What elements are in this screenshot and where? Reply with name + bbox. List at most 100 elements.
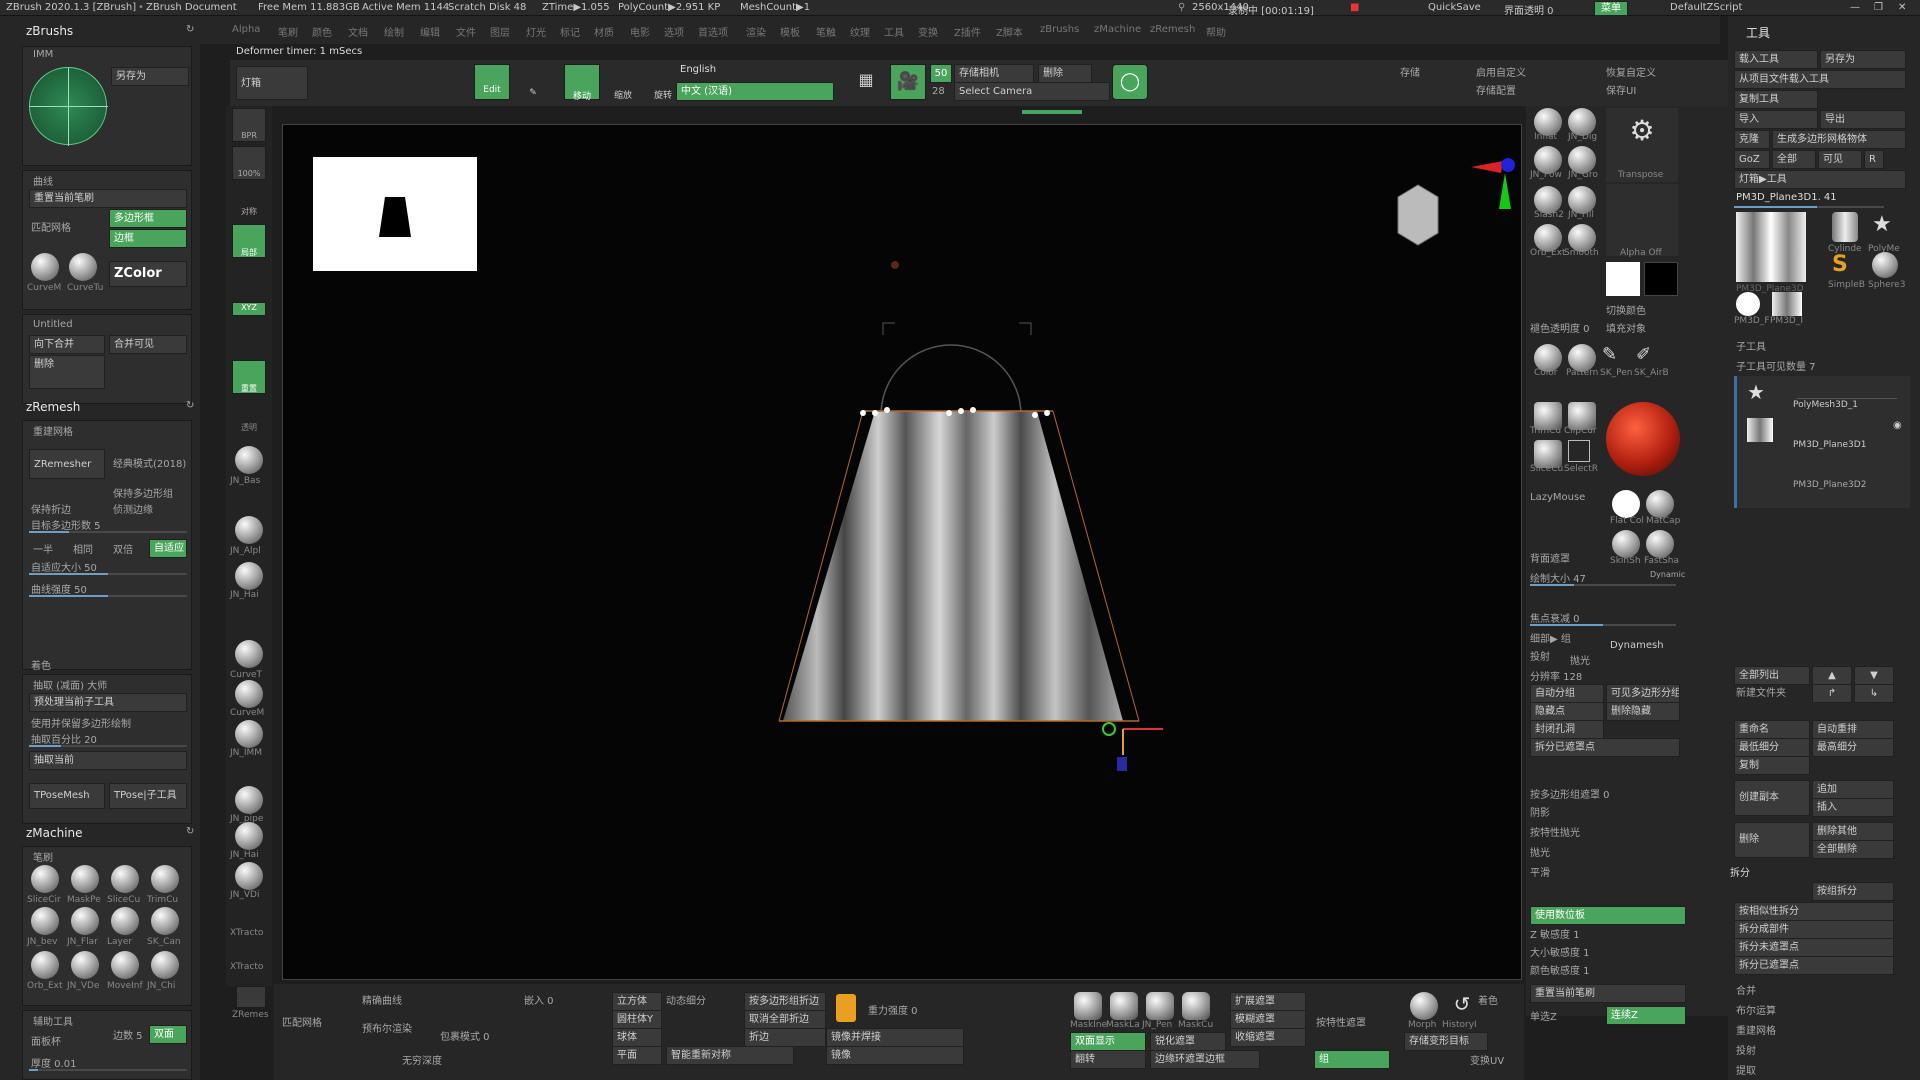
single-z-toggle[interactable]: 单选Z [1530,1008,1557,1023]
auto-reorder-button[interactable]: 自动重排 [1812,720,1894,739]
detect-edges[interactable]: 侦测边缘 [113,501,153,516]
polymesh-star-icon[interactable]: ★ [1872,212,1902,242]
ui-transparency[interactable]: 界面透明 0 [1504,2,1554,17]
enable-custom[interactable]: 启用自定义 [1476,64,1526,79]
fov-value[interactable]: 50 [930,64,952,83]
use-tablet-button[interactable]: 使用数位板 [1530,906,1686,925]
menu-zremesh[interactable]: zRemesh [1150,24,1195,35]
delete-camera-button[interactable]: 删除 [1038,64,1092,83]
auto-group-button[interactable]: 自动分组 [1530,684,1604,703]
store-config-button[interactable]: 存储配置 [1476,82,1516,97]
move-down-icon[interactable]: ▼ [1854,666,1894,685]
dynamesh-button[interactable]: Dynamesh [1610,640,1664,651]
menu-tool[interactable]: 工具 [884,24,904,39]
split-similar-button[interactable]: 按相似性拆分 [1734,902,1894,921]
make-polymesh-button[interactable]: 生成多边形网格物体 [1772,130,1906,149]
merge-section[interactable]: 合并 [1736,982,1756,997]
new-folder-button[interactable]: 新建文件夹 [1736,684,1786,699]
menu-document[interactable]: 文档 [348,24,368,39]
maskpen-icon[interactable] [71,865,99,893]
poly-frame-button[interactable]: 多边形框 [109,209,187,228]
menu-transform[interactable]: 变换 [918,24,938,39]
jn-imm-icon[interactable] [235,720,263,748]
pre-bool-render[interactable]: 预布尔渲染 [362,1020,412,1035]
jn-vdi-icon[interactable] [235,862,263,890]
mask-by-feature[interactable]: 按特性遮罩 [1316,1014,1366,1029]
plane3d-thumbnail[interactable] [1736,212,1806,282]
eye-icon[interactable]: ◉ [1893,420,1902,431]
adaptive-size-slider[interactable]: 自适应大小 50 [31,559,97,574]
load-tool-button[interactable]: 载入工具 [1734,50,1818,69]
all-button[interactable]: 全部 [1772,150,1816,169]
edit-button[interactable]: Edit [474,64,510,100]
list-all-button[interactable]: 全部列出 [1734,666,1810,685]
menu-texture[interactable]: 纹理 [850,24,870,39]
curve-m-shelf-icon[interactable] [235,680,263,708]
shrink-mask-button[interactable]: 收缩遮罩 [1230,1028,1306,1047]
jn-chi-icon[interactable] [151,951,179,979]
subtool-visible-count[interactable]: 子工具可见数量 7 [1736,358,1816,373]
menu-movie[interactable]: 电影 [630,24,650,39]
menu-material[interactable]: 材质 [594,24,614,39]
detail-group[interactable]: 细部▶ 组 [1530,630,1571,645]
border-mask-button[interactable]: 边缘环遮罩边框 [1150,1050,1260,1069]
rename-button[interactable]: 重命名 [1734,720,1810,739]
slicecir-icon[interactable] [31,865,59,893]
delete-hidden-button[interactable]: 删除隐藏 [1606,702,1680,721]
flat-color-icon[interactable] [1612,490,1640,518]
curve-m-icon[interactable] [31,253,59,281]
preprocess-button[interactable]: 预处理当前子工具 [29,693,187,712]
menu-light[interactable]: 灯光 [526,24,546,39]
extract-percent-slider[interactable]: 抽取百分比 20 [31,731,97,746]
split-unmasked-button[interactable]: 拆分未遮罩点 [1734,938,1894,957]
close-icon[interactable]: ✕ [1898,2,1906,13]
jn-pipe-icon[interactable] [235,786,263,814]
zremesh-color[interactable]: 着色 [31,657,51,672]
export-button[interactable]: 导出 [1820,110,1906,129]
sharpen-mask-button[interactable]: 锐化遮罩 [1150,1032,1226,1051]
menu-brush[interactable]: 笔刷 [278,24,298,39]
polish-toggle[interactable]: 抛光 [1570,652,1590,667]
xyz-group-button[interactable]: 组 [1314,1050,1390,1069]
language-select[interactable]: 中文 (汉语) [676,82,834,101]
focal-shift-slider[interactable]: 焦点衰减 0 [1530,610,1580,625]
local-button[interactable]: 局部 [232,224,266,258]
fill-object[interactable]: 填充对象 [1606,320,1646,335]
resolution-slider[interactable]: 分辨率 128 [1530,668,1582,683]
project-toggle[interactable]: 投射 [1530,648,1550,663]
fast-shade-icon[interactable] [1646,530,1674,558]
boolean-section[interactable]: 布尔运算 [1736,1002,1776,1017]
actual-size-button[interactable]: 100% [232,146,266,180]
material-sphere[interactable] [1606,402,1680,476]
target-count-track[interactable] [29,531,187,533]
visible-button[interactable]: 可见 [1818,150,1862,169]
color-sensitivity-slider[interactable]: 颜色敏感度 1 [1530,962,1590,977]
move-up-icon[interactable]: ▲ [1812,666,1852,685]
split-parts-button[interactable]: 拆分成部件 [1734,920,1894,939]
create-copy-button[interactable]: 创建副本 [1734,780,1810,816]
use-poly-toggle[interactable]: 使用并保留多边形绘制 [31,715,131,730]
polish-feature-slider[interactable]: 按特性抛光 [1530,824,1580,839]
lazy-mouse[interactable]: LazyMouse [1530,492,1585,503]
reset-current-brush-button[interactable]: 重置当前笔刷 [1530,984,1686,1003]
moveinf-icon[interactable] [111,951,139,979]
jn-bas-icon[interactable] [235,446,263,474]
save-tool-as-button[interactable]: 另存为 [1820,50,1906,69]
remesh-section[interactable]: 重建网格 [1736,1022,1776,1037]
imm-preview[interactable] [29,67,108,146]
camera-icon[interactable]: 🎥 [890,64,926,100]
dynamic-toggle[interactable]: Dynamic [1650,570,1685,579]
menu-draw[interactable]: 绘制 [384,24,404,39]
blur-mask-button[interactable]: 模糊遮罩 [1230,1010,1306,1029]
extract-percent-track[interactable] [29,745,187,747]
uncrease-all-button[interactable]: 取消全部折边 [744,1010,826,1029]
menu-preferences[interactable]: 首选项 [698,24,728,39]
half-button[interactable]: 一半 [33,541,53,556]
restore-icon[interactable]: ❐ [1874,2,1883,13]
duplicate-button[interactable]: 复制 [1734,756,1810,775]
precise-curve[interactable]: 精确曲线 [362,992,402,1007]
double-sided-button[interactable]: 双面 [149,1025,187,1044]
history-icon[interactable]: ↺ [1448,992,1476,1020]
cylinder-button[interactable]: 圆柱体Y [612,1010,662,1029]
menu-file[interactable]: 文件 [456,24,476,39]
